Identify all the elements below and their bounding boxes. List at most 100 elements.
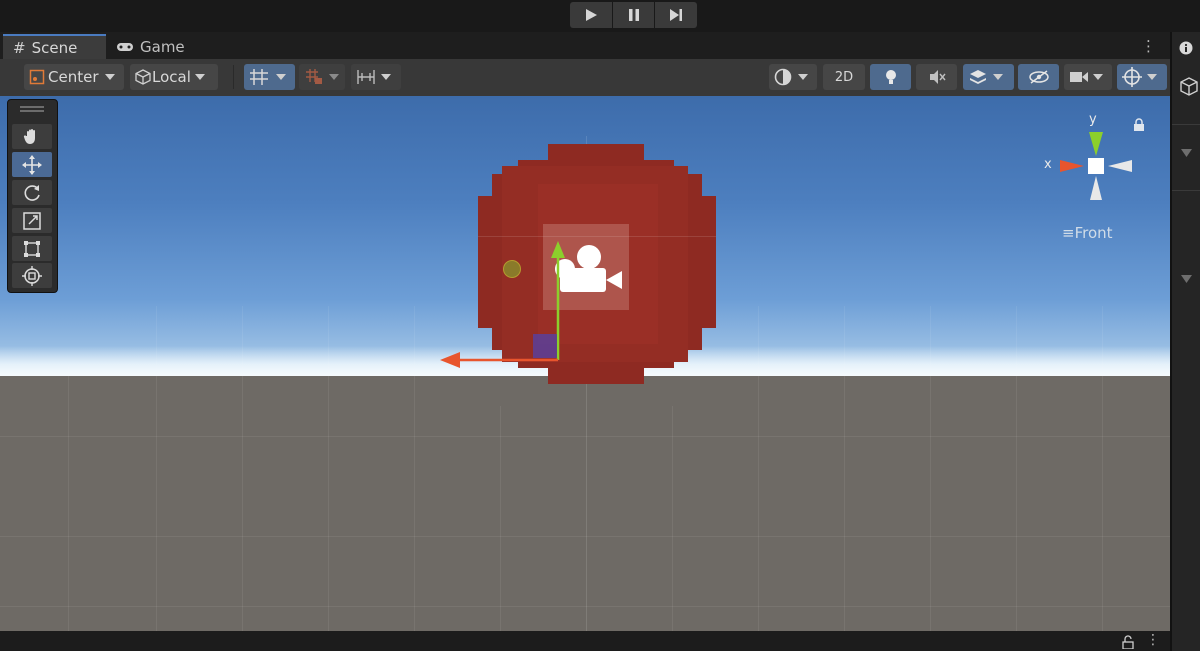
pause-icon (628, 9, 639, 21)
play-mode-bar (0, 0, 1200, 32)
scale-tool-button[interactable] (12, 208, 52, 233)
toolbar-divider (233, 65, 234, 89)
pivot-mode-label: Center (48, 68, 99, 86)
lightbulb-icon (885, 70, 896, 84)
ground-plane (0, 376, 1170, 631)
hidden-eye-icon (1028, 70, 1049, 84)
cube-icon[interactable] (1179, 76, 1199, 98)
chevron-down-icon (381, 74, 391, 80)
chevron-down-icon (276, 74, 286, 80)
grid-line (500, 406, 501, 631)
play-controls (570, 2, 698, 28)
camera-icon (1070, 72, 1088, 82)
chevron-down-icon (194, 74, 205, 80)
grid-line (0, 536, 1170, 537)
grid-line (930, 306, 931, 631)
align-tools-dropdown[interactable] (351, 64, 401, 90)
gizmo-x-label: x (1044, 157, 1052, 172)
grid-line (414, 306, 415, 631)
grid-snapping-toggle[interactable] (244, 64, 295, 90)
chevron-down-icon (798, 74, 808, 80)
rect-tool-button[interactable] (12, 236, 52, 261)
grid-line (156, 306, 157, 631)
rotate-tool-button[interactable] (12, 180, 52, 205)
align-icon (357, 70, 375, 84)
gizmo-y-label: y (1089, 112, 1097, 127)
lock-icon[interactable] (1133, 118, 1145, 132)
divider (1172, 190, 1200, 191)
gizmos-icon (1122, 67, 1142, 87)
grid-snap-icon (250, 69, 268, 85)
grid-line (672, 406, 673, 631)
effects-layers-icon (970, 70, 986, 84)
grid-line (844, 306, 845, 631)
gamepad-icon (117, 42, 133, 51)
draw-mode-dropdown[interactable] (769, 64, 817, 90)
chevron-down-icon (329, 74, 339, 80)
tab-game-label: Game (140, 37, 185, 56)
chevron-down-icon[interactable] (1181, 275, 1192, 283)
chevron-down-icon (104, 74, 115, 80)
chevron-down-icon (1147, 74, 1157, 80)
2d-toggle-label: 2D (834, 69, 854, 85)
audio-mute-icon (929, 70, 946, 84)
more-options-icon[interactable]: ⋮ (1146, 632, 1160, 648)
status-bar: ⋮ (0, 631, 1170, 651)
chevron-down-icon (993, 74, 1003, 80)
scene-viewport[interactable]: y x ≡Front (0, 96, 1170, 631)
pause-button[interactable] (612, 2, 655, 28)
info-icon[interactable] (1179, 41, 1193, 55)
hash-icon: # (13, 38, 26, 57)
shading-sphere-icon (774, 68, 792, 86)
2d-toggle-button[interactable]: 2D (823, 64, 865, 90)
pivot-rotation-dropdown[interactable]: Local (130, 64, 218, 90)
play-button[interactable] (570, 2, 612, 28)
menu-lines-icon: ≡ (1062, 224, 1075, 242)
local-cube-icon (135, 69, 151, 85)
grid-line (1016, 306, 1017, 631)
move-tool-button[interactable] (12, 152, 52, 177)
scene-tab-bar: # Scene Game ⋮ (0, 32, 1170, 59)
tools-overlay (7, 99, 58, 293)
divider (1172, 124, 1200, 125)
move-arrows-icon (22, 154, 42, 175)
scene-audio-toggle[interactable] (916, 64, 957, 90)
scene-lighting-toggle[interactable] (870, 64, 911, 90)
more-options-icon[interactable]: ⋮ (1141, 37, 1156, 55)
chevron-down-icon (1093, 74, 1103, 80)
scene-toolbar: Center Local 2D (0, 59, 1170, 97)
pivot-mode-dropdown[interactable]: Center (24, 64, 124, 90)
scale-icon (23, 211, 41, 230)
step-icon (670, 9, 683, 21)
tab-scene-label: Scene (31, 38, 78, 57)
tab-game[interactable]: Game (116, 34, 185, 59)
grid-line (758, 306, 759, 631)
pivot-rotation-label: Local (152, 68, 191, 86)
rotate-icon (24, 184, 40, 201)
grid-line (242, 306, 243, 631)
scene-visibility-toggle[interactable] (1018, 64, 1059, 90)
move-transform-handle[interactable] (436, 236, 576, 376)
effects-dropdown[interactable] (963, 64, 1014, 90)
light-handle-dot[interactable] (503, 260, 521, 278)
inspector-sidebar (1172, 32, 1200, 651)
chevron-down-icon[interactable] (1181, 149, 1192, 157)
play-icon (585, 9, 597, 21)
lock-icon[interactable] (1122, 635, 1134, 649)
step-button[interactable] (655, 2, 698, 28)
hand-icon (23, 128, 35, 144)
hand-tool-button[interactable] (12, 124, 52, 149)
tab-scene[interactable]: # Scene (3, 34, 106, 59)
gizmos-dropdown[interactable] (1117, 64, 1167, 90)
increment-snap-icon (306, 69, 322, 84)
transform-tool-button[interactable] (12, 263, 52, 288)
drag-handle-icon[interactable] (20, 106, 44, 108)
scene-camera-dropdown[interactable] (1064, 64, 1112, 90)
transform-icon (22, 265, 42, 286)
grid-line (68, 366, 69, 631)
grid-line (0, 436, 1170, 437)
incremental-snap-dropdown[interactable] (299, 64, 345, 90)
grid-line (328, 306, 329, 631)
grid-line (1102, 306, 1103, 631)
view-mode-label[interactable]: ≡Front (1062, 224, 1113, 242)
